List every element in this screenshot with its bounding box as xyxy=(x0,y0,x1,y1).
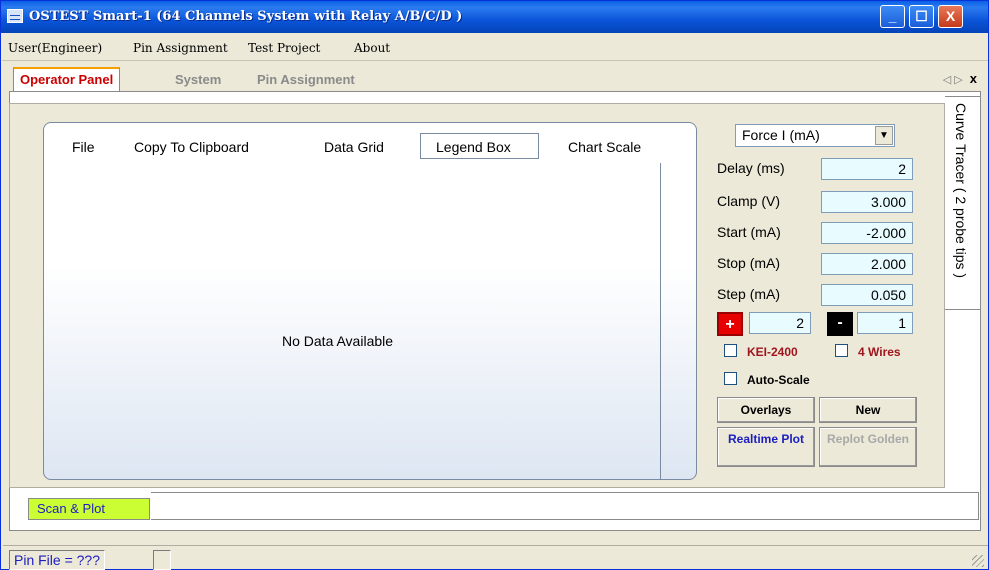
chart-divider xyxy=(660,163,661,479)
start-input[interactable]: -2.000 xyxy=(821,222,913,244)
chart-menu-legend-box[interactable]: Legend Box xyxy=(436,139,511,155)
step-label: Step (mA) xyxy=(717,286,781,302)
tab-system[interactable]: System xyxy=(169,69,227,91)
minimize-button[interactable]: _ xyxy=(880,5,905,28)
realtime-plot-button[interactable]: Realtime Plot xyxy=(717,427,815,467)
start-label: Start (mA) xyxy=(717,224,781,240)
tab-strip: Operator Panel System Pin Assignment ◁ ▷… xyxy=(9,67,981,93)
application-window: OSTEST Smart-1 (64 Channels System with … xyxy=(0,0,989,570)
tab-pin-assignment[interactable]: Pin Assignment xyxy=(251,69,361,91)
overlays-button[interactable]: Overlays xyxy=(717,397,815,423)
chart-menu-data-grid[interactable]: Data Grid xyxy=(324,139,384,155)
four-wires-label: 4 Wires xyxy=(858,345,901,359)
step-input[interactable]: 0.050 xyxy=(821,284,913,306)
window-title: OSTEST Smart-1 (64 Channels System with … xyxy=(29,9,463,24)
curve-tracer-side-tab[interactable]: Curve Tracer ( 2 probe tips ) xyxy=(945,96,981,310)
tab-controls: ◁ ▷ x xyxy=(943,71,977,86)
menu-test-project[interactable]: Test Project xyxy=(248,41,320,55)
side-tab-label: Curve Tracer ( 2 probe tips ) xyxy=(953,103,969,279)
close-button[interactable]: X xyxy=(938,5,963,28)
chart-area[interactable]: File Copy To Clipboard Data Grid Legend … xyxy=(43,122,697,480)
app-icon xyxy=(7,9,23,23)
auto-scale-label: Auto-Scale xyxy=(747,373,810,387)
plus-probe-button[interactable]: + xyxy=(717,312,743,336)
delay-input[interactable]: 2 xyxy=(821,158,913,180)
maximize-button[interactable]: ☐ xyxy=(909,5,934,28)
plus-probe-input[interactable]: 2 xyxy=(749,312,811,334)
menu-user[interactable]: User(Engineer) xyxy=(8,41,102,55)
menu-bar: User(Engineer) Pin Assignment Test Proje… xyxy=(2,37,988,61)
chevron-down-icon[interactable]: ▼ xyxy=(875,126,893,145)
menu-pin-assignment[interactable]: Pin Assignment xyxy=(133,41,228,55)
status-cell-empty xyxy=(153,550,171,570)
status-bar: Pin File = ??? xyxy=(3,545,988,570)
minus-probe-button[interactable]: - xyxy=(827,312,853,336)
title-bar[interactable]: OSTEST Smart-1 (64 Channels System with … xyxy=(1,1,988,33)
four-wires-checkbox[interactable] xyxy=(835,344,848,357)
replot-golden-button[interactable]: Replot Golden xyxy=(819,427,917,467)
new-button[interactable]: New xyxy=(819,397,917,423)
pin-file-status: Pin File = ??? xyxy=(9,550,105,570)
menu-about[interactable]: About xyxy=(354,41,390,55)
no-data-message: No Data Available xyxy=(282,333,394,349)
chart-menu-copy[interactable]: Copy To Clipboard xyxy=(134,139,249,155)
kei-2400-label: KEI-2400 xyxy=(747,345,798,359)
auto-scale-checkbox[interactable] xyxy=(724,372,737,385)
resize-grip-icon[interactable] xyxy=(972,555,984,567)
delay-label: Delay (ms) xyxy=(717,160,785,176)
kei-2400-checkbox[interactable] xyxy=(724,344,737,357)
tab-scan-plot[interactable]: Scan & Plot xyxy=(28,498,150,520)
stop-input[interactable]: 2.000 xyxy=(821,253,913,275)
bottom-tab-strip xyxy=(151,492,979,520)
minus-probe-input[interactable]: 1 xyxy=(857,312,913,334)
mode-select-value: Force I (mA) xyxy=(742,127,820,143)
tab-next-icon[interactable]: ▷ xyxy=(954,74,962,86)
tab-prev-icon[interactable]: ◁ xyxy=(943,74,951,86)
chart-menu-chart-scale[interactable]: Chart Scale xyxy=(568,139,641,155)
clamp-input[interactable]: 3.000 xyxy=(821,191,913,213)
stop-label: Stop (mA) xyxy=(717,255,781,271)
tab-close-icon[interactable]: x xyxy=(970,71,977,86)
clamp-label: Clamp (V) xyxy=(717,193,781,209)
tab-operator-panel[interactable]: Operator Panel xyxy=(13,67,121,93)
mode-select[interactable]: Force I (mA) ▼ xyxy=(735,124,895,147)
chart-menu-file[interactable]: File xyxy=(72,139,95,155)
